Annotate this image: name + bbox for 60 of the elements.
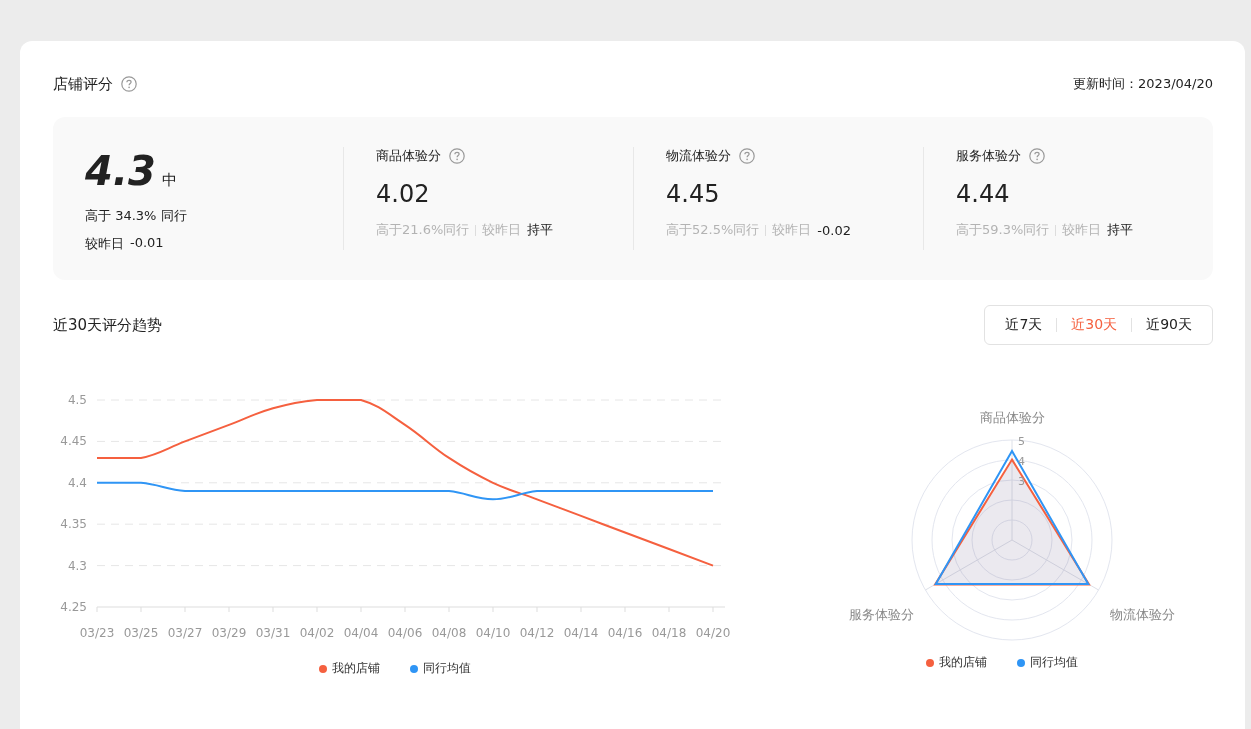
legend-label[interactable]: 我的店铺 xyxy=(939,654,987,671)
section-title: 近30天评分趋势 xyxy=(53,315,163,335)
x-axis-label: 04/10 xyxy=(475,626,511,640)
metric-label: 物流体验分 xyxy=(666,147,731,165)
compare-value: 持平 xyxy=(527,221,554,239)
range-tab[interactable]: 近90天 xyxy=(1132,310,1206,340)
x-axis-label: 03/29 xyxy=(211,626,247,640)
update-time: 更新时间：2023/04/20 xyxy=(1073,75,1213,93)
compare-value: -0.01 xyxy=(130,235,164,252)
x-axis-label: 03/27 xyxy=(167,626,203,640)
peer-comparison: 高于 34.3% 同行 xyxy=(85,207,188,225)
compare-label: 较昨日 xyxy=(1062,221,1102,239)
x-axis-label: 04/04 xyxy=(343,626,379,640)
x-axis-label: 04/14 xyxy=(563,626,599,640)
score-grade: 中 xyxy=(161,171,177,190)
metric-value: 4.44 xyxy=(956,179,1011,209)
compare-label: 较昨日 xyxy=(85,235,124,253)
y-axis-label: 4.25 xyxy=(60,600,87,614)
range-tab[interactable]: 近7天 xyxy=(991,310,1057,340)
x-axis-label: 04/18 xyxy=(651,626,687,640)
radar-tick-label: 3 xyxy=(1018,475,1025,488)
metric-label: 商品体验分 xyxy=(376,147,441,165)
x-axis-label: 04/12 xyxy=(519,626,555,640)
radar-axis-label: 物流体验分 xyxy=(1109,607,1175,622)
x-axis-label: 04/20 xyxy=(695,626,731,640)
help-icon[interactable] xyxy=(1029,148,1045,164)
help-icon[interactable] xyxy=(121,76,137,92)
radar-axis-label: 商品体验分 xyxy=(979,410,1045,425)
y-axis-label: 4.3 xyxy=(67,558,87,573)
compare-value: 持平 xyxy=(1107,221,1134,239)
x-axis-label: 03/25 xyxy=(123,626,159,640)
y-axis-label: 4.45 xyxy=(60,434,87,449)
x-axis-label: 03/31 xyxy=(255,626,291,640)
radar-tick-label: 4 xyxy=(1018,455,1025,468)
metric-value: 4.02 xyxy=(376,179,431,209)
x-axis-label: 04/06 xyxy=(387,626,423,640)
x-axis-label: 04/16 xyxy=(607,626,643,640)
y-axis-label: 4.5 xyxy=(67,393,87,407)
x-axis-label: 04/02 xyxy=(299,626,335,640)
compare-label: 较昨日 xyxy=(772,221,812,239)
radar-axis-label: 服务体验分 xyxy=(849,607,915,622)
help-icon[interactable] xyxy=(449,148,465,164)
x-axis-label: 03/23 xyxy=(79,626,115,640)
radar-tick-label: 5 xyxy=(1018,435,1025,448)
legend-label[interactable]: 同行均值 xyxy=(1030,654,1078,671)
legend-label[interactable]: 我的店铺 xyxy=(332,660,380,677)
x-axis-label: 04/08 xyxy=(431,626,467,640)
overall-score: 4.3 xyxy=(85,149,156,193)
compare-label: 较昨日 xyxy=(482,221,522,239)
peer-comparison: 高于21.6%同行 xyxy=(376,221,470,239)
metric-value: 4.45 xyxy=(666,179,721,209)
y-axis-label: 4.35 xyxy=(60,517,87,532)
metric-label: 服务体验分 xyxy=(956,147,1021,165)
peer-comparison: 高于52.5%同行 xyxy=(666,221,760,239)
section-title: 店铺评分 xyxy=(53,74,113,94)
help-icon[interactable] xyxy=(739,148,755,164)
legend-label[interactable]: 同行均值 xyxy=(423,660,471,677)
peer-comparison: 高于59.3%同行 xyxy=(956,221,1050,239)
compare-value: -0.02 xyxy=(817,222,851,238)
y-axis-label: 4.4 xyxy=(67,475,87,490)
